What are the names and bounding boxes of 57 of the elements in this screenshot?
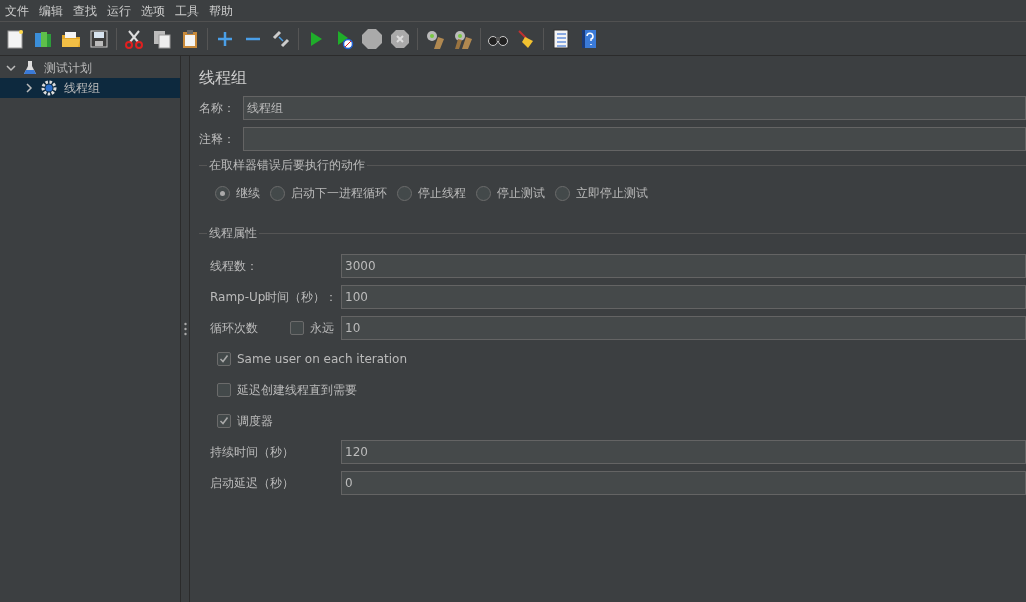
menu-item[interactable]: 选项 (136, 1, 170, 20)
radio-button[interactable] (270, 185, 285, 201)
radio-option[interactable]: 立即停止测试 (555, 184, 648, 202)
splitter-grip-icon[interactable] (183, 322, 187, 336)
panel-title: 线程组 (199, 67, 248, 89)
tree-item-label: 测试计划 (44, 60, 92, 77)
field-label: 线程数： (210, 258, 259, 275)
close-octagon-icon[interactable] (389, 27, 411, 50)
stop-sign-icon[interactable] (361, 27, 383, 50)
checkbox[interactable] (217, 352, 231, 366)
radio-option[interactable]: 停止测试 (476, 184, 545, 202)
gear-icon (40, 79, 58, 97)
radio-option[interactable]: 启动下一进程循环 (270, 184, 387, 202)
radio-option[interactable]: 停止线程 (397, 184, 466, 202)
checkbox[interactable] (290, 321, 304, 335)
chevron-down-icon[interactable] (6, 63, 16, 73)
radio-button[interactable] (215, 185, 230, 201)
comment-label: 注释： (199, 131, 236, 148)
number-field[interactable]: 10 (341, 316, 1026, 340)
checkbox[interactable] (217, 414, 231, 428)
menu-item[interactable]: 文件 (0, 1, 34, 20)
menu-item[interactable]: 工具 (170, 1, 204, 20)
checkbox[interactable] (217, 383, 231, 397)
field-label: Ramp-Up时间（秒）： (210, 289, 339, 306)
checkbox-option[interactable]: 延迟创建线程直到需要 (199, 378, 357, 402)
new-document-icon[interactable] (4, 27, 26, 50)
radio-button[interactable] (476, 185, 491, 201)
radio-option[interactable]: 继续 (215, 184, 260, 202)
section-title: 线程属性 (208, 225, 258, 242)
menu-item[interactable]: 运行 (102, 1, 136, 20)
tree-item[interactable]: 测试计划 (0, 58, 180, 78)
radio-button[interactable] (555, 185, 570, 201)
number-field[interactable]: 0 (341, 471, 1026, 495)
menu-item[interactable]: 编辑 (34, 1, 68, 20)
tree-item[interactable]: 线程组 (0, 78, 180, 98)
checkmark-icon (219, 354, 229, 364)
checkbox-option[interactable]: Same user on each iteration (199, 347, 408, 371)
field-label: 循环次数 (210, 320, 259, 337)
flask-icon (22, 60, 38, 76)
radio-button[interactable] (397, 185, 412, 201)
number-field[interactable]: 100 (341, 285, 1026, 309)
checkmark-icon (219, 416, 229, 426)
menu-item[interactable]: 帮助 (204, 1, 238, 20)
field-label: 持续时间（秒） (210, 444, 295, 461)
forever-checkbox[interactable]: 永远 (290, 319, 341, 337)
number-field[interactable]: 120 (341, 440, 1026, 464)
name-field[interactable]: 线程组 (243, 96, 1026, 120)
list-icon[interactable] (550, 27, 572, 50)
comment-field[interactable] (243, 127, 1026, 151)
section-title: 在取样器错误后要执行的动作 (208, 157, 366, 174)
checkbox-option[interactable]: 调度器 (199, 409, 273, 433)
menu-item[interactable]: 查找 (68, 1, 102, 20)
name-label: 名称： (199, 100, 236, 117)
number-field[interactable]: 3000 (341, 254, 1026, 278)
tree-item-label: 线程组 (64, 80, 100, 97)
field-label: 启动延迟（秒） (210, 475, 295, 492)
chevron-right-icon[interactable] (24, 83, 34, 93)
